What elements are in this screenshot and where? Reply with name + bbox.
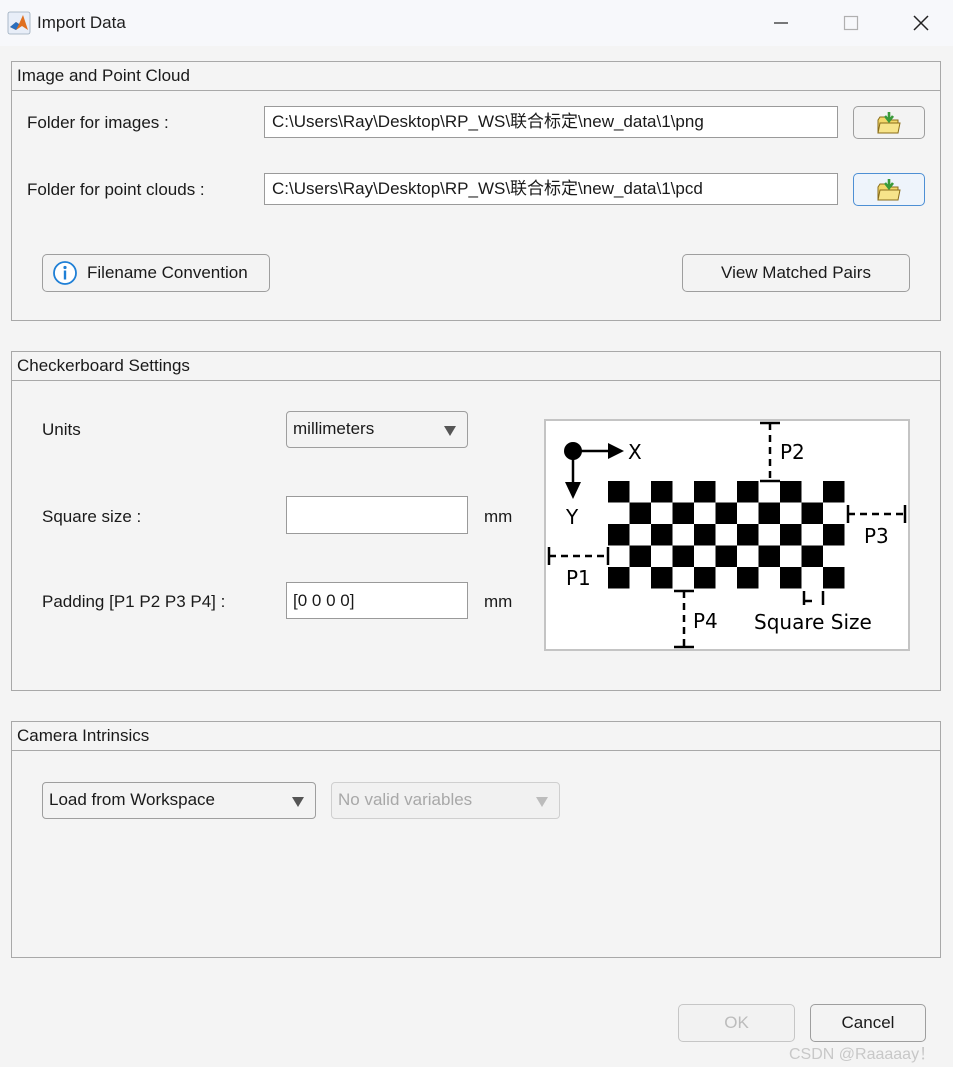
panel-title: Image and Point Cloud xyxy=(12,62,940,91)
checker-square xyxy=(823,481,845,503)
checker-square xyxy=(715,502,737,524)
minimize-icon xyxy=(774,22,788,24)
checker-square xyxy=(629,545,651,567)
minimize-button[interactable] xyxy=(758,0,804,46)
checker-square xyxy=(737,524,759,546)
panel-title: Checkerboard Settings xyxy=(12,352,940,381)
cancel-button[interactable]: Cancel xyxy=(810,1004,926,1042)
checker-square xyxy=(801,545,823,567)
checker-square xyxy=(608,567,630,589)
watermark: CSDN @Raaaaay！ xyxy=(789,1046,936,1063)
view-matched-pairs-label: View Matched Pairs xyxy=(721,263,871,282)
intrinsics-source-value: Load from Workspace xyxy=(49,790,215,809)
checker-square xyxy=(651,567,673,589)
units-label: Units xyxy=(42,420,81,439)
checkerboard-illustration: X Y P1 P2 P3 P4 Square Size xyxy=(547,421,907,649)
maximize-icon xyxy=(843,15,859,31)
chevron-down-icon xyxy=(444,426,456,436)
matlab-icon xyxy=(7,11,31,35)
checker-square xyxy=(780,567,802,589)
p3-label: P3 xyxy=(864,524,889,548)
padding-label: Padding [P1 P2 P3 P4] : xyxy=(42,592,226,611)
intrinsics-variable-value: No valid variables xyxy=(338,790,473,809)
checker-square xyxy=(758,545,780,567)
units-value: millimeters xyxy=(293,419,375,438)
y-axis-label: Y xyxy=(565,505,579,529)
y-arrow-icon xyxy=(565,482,581,499)
checker-square xyxy=(608,481,630,503)
checker-square xyxy=(629,502,651,524)
ok-button[interactable]: OK xyxy=(678,1004,795,1042)
maximize-button[interactable] xyxy=(828,0,874,46)
checker-square xyxy=(694,567,716,589)
checker-square xyxy=(737,567,759,589)
checker-square xyxy=(758,502,780,524)
chevron-down-icon xyxy=(292,797,304,807)
checker-square xyxy=(672,545,694,567)
filename-convention-button[interactable]: Filename Convention xyxy=(42,254,270,292)
checker-square xyxy=(780,524,802,546)
checker-square xyxy=(801,502,823,524)
camera-intrinsics-panel: Camera Intrinsics xyxy=(11,721,941,958)
folder-open-icon xyxy=(877,178,901,200)
checkerboard-diagram: X Y P1 P2 P3 P4 Square Size xyxy=(544,419,910,651)
checkerboard-pattern xyxy=(608,481,845,589)
intrinsics-source-dropdown[interactable]: Load from Workspace xyxy=(42,782,316,819)
checker-square xyxy=(608,524,630,546)
point-clouds-folder-label: Folder for point clouds : xyxy=(27,180,205,199)
point-clouds-folder-field[interactable]: C:\Users\Ray\Desktop\RP_WS\联合标定\new_data… xyxy=(264,173,838,205)
padding-unit: mm xyxy=(484,592,513,611)
info-icon xyxy=(53,261,77,285)
checker-square xyxy=(780,481,802,503)
checker-square xyxy=(694,524,716,546)
close-icon xyxy=(913,15,929,31)
images-folder-field[interactable]: C:\Users\Ray\Desktop\RP_WS\联合标定\new_data… xyxy=(264,106,838,138)
intrinsics-variable-dropdown[interactable]: No valid variables xyxy=(331,782,560,819)
images-folder-label: Folder for images : xyxy=(27,113,169,132)
x-arrow-icon xyxy=(608,443,624,459)
square-size-label: Square size : xyxy=(42,507,142,526)
p1-label: P1 xyxy=(566,566,591,590)
browse-point-clouds-button[interactable] xyxy=(853,173,925,206)
checker-square xyxy=(823,567,845,589)
checker-square xyxy=(651,481,673,503)
square-size-diagram-label: Square Size xyxy=(754,610,872,634)
window-title: Import Data xyxy=(37,13,126,32)
checker-square xyxy=(694,481,716,503)
folder-open-icon xyxy=(877,111,901,133)
padding-field[interactable]: [0 0 0 0] xyxy=(286,582,468,619)
checker-square xyxy=(737,481,759,503)
p2-label: P2 xyxy=(780,440,805,464)
square-size-field[interactable] xyxy=(286,496,468,534)
chevron-down-icon xyxy=(536,797,548,807)
square-size-unit: mm xyxy=(484,507,513,526)
browse-images-button[interactable] xyxy=(853,106,925,139)
p4-label: P4 xyxy=(693,609,718,633)
checker-square xyxy=(715,545,737,567)
panel-title: Camera Intrinsics xyxy=(12,722,940,751)
units-dropdown[interactable]: millimeters xyxy=(286,411,468,448)
view-matched-pairs-button[interactable]: View Matched Pairs xyxy=(682,254,910,292)
x-axis-label: X xyxy=(628,440,642,464)
checker-square xyxy=(651,524,673,546)
title-bar: Import Data xyxy=(0,0,953,46)
close-button[interactable] xyxy=(898,0,944,46)
checker-square xyxy=(823,524,845,546)
ok-label: OK xyxy=(724,1013,749,1032)
checker-square xyxy=(672,502,694,524)
filename-convention-label: Filename Convention xyxy=(87,263,248,282)
cancel-label: Cancel xyxy=(841,1013,895,1032)
